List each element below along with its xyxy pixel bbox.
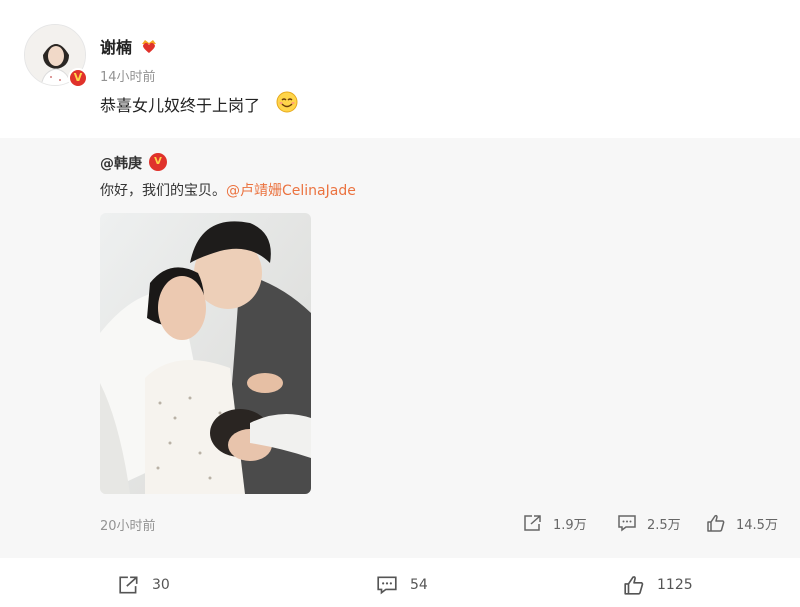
like-button[interactable]: 1125 <box>623 574 693 596</box>
repost-like-button[interactable]: 14.5万 <box>706 512 778 534</box>
post-action-bar: 30 54 1125 <box>0 558 800 607</box>
repost-username[interactable]: @韩庚 <box>100 153 142 173</box>
comment-button[interactable]: 54 <box>376 574 428 596</box>
share-icon <box>119 576 138 594</box>
verified-badge-icon: V <box>149 153 167 171</box>
mention-prefix: @ <box>100 156 114 172</box>
repost-like-count: 14.5万 <box>736 517 778 533</box>
post-username[interactable]: 谢楠 <box>100 34 132 58</box>
comment-count: 54 <box>410 577 428 593</box>
repost-username-text: 韩庚 <box>114 156 142 172</box>
comment-icon <box>618 515 636 532</box>
comment-icon <box>377 576 397 595</box>
share-icon <box>524 515 541 531</box>
repost-share-button[interactable]: 1.9万 <box>523 512 587 534</box>
like-icon <box>624 576 644 595</box>
smile-emoji-icon <box>276 91 298 117</box>
repost-comment-count: 2.5万 <box>647 517 681 533</box>
repost-text: 你好，我们的宝贝。@卢靖姗CelinaJade <box>100 180 356 200</box>
share-count: 30 <box>152 577 170 593</box>
repost-comment-button[interactable]: 2.5万 <box>617 512 681 534</box>
repost-share-count: 1.9万 <box>553 517 587 533</box>
mention-link[interactable]: @卢靖姗CelinaJade <box>226 183 356 199</box>
post-photo[interactable] <box>100 213 311 494</box>
like-icon <box>707 514 725 532</box>
verified-badge-icon: V <box>68 68 88 88</box>
repost-body: 你好，我们的宝贝。 <box>100 183 226 199</box>
weibo-post: V 谢楠 14小时前 恭喜女儿奴终于上岗了 <box>0 0 800 138</box>
post-time[interactable]: 14小时前 <box>100 66 156 85</box>
post-content: 恭喜女儿奴终于上岗了 <box>100 96 261 115</box>
repost-card[interactable]: @韩庚 V 你好，我们的宝贝。@卢靖姗CelinaJade 20小时前 1.9万… <box>0 138 800 558</box>
repost-time[interactable]: 20小时前 <box>100 515 156 534</box>
like-count: 1125 <box>657 577 693 593</box>
avatar[interactable]: V <box>24 24 88 88</box>
vip-crown-heart-icon[interactable] <box>140 37 158 59</box>
share-button[interactable]: 30 <box>118 574 170 596</box>
